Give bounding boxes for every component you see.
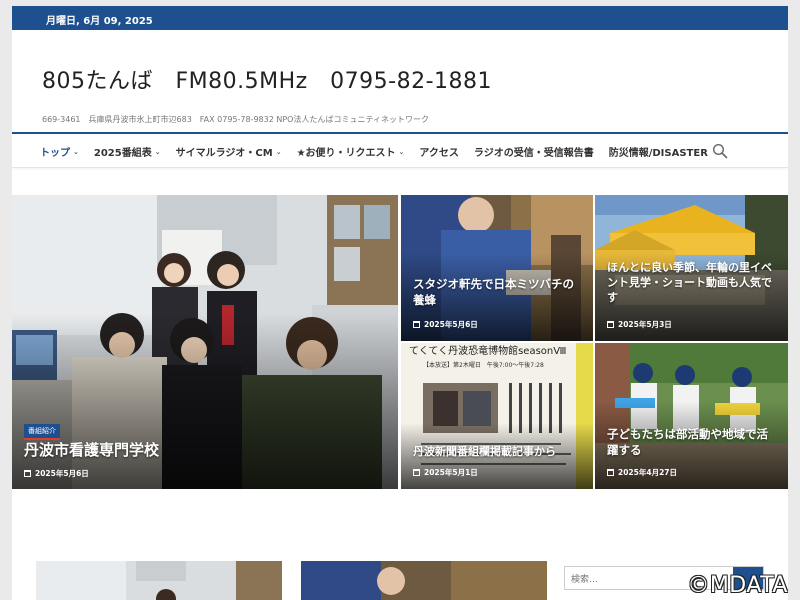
search-icon[interactable]	[712, 143, 728, 159]
post-title[interactable]: 丹波市看護専門学校	[24, 440, 159, 460]
post-date-text: 2025年5月3日	[618, 320, 672, 329]
watermark: ©MDATA	[687, 573, 788, 598]
nav-item-6[interactable]: 防災情報/DISASTER	[609, 144, 708, 159]
featured-post-2[interactable]: ほんとに良い季節、年輪の里イベント見学・ショート動画も人気です 2025年5月3…	[595, 195, 788, 341]
site-description: 669-3461 兵庫県丹波市氷上町市辺683 FAX 0795-78-9832…	[42, 115, 429, 124]
post-title[interactable]: スタジオ軒先で日本ミツバチの養蜂	[413, 277, 583, 308]
post-date-text: 2025年5月6日	[424, 320, 478, 329]
top-bar: 月曜日, 6月 09, 2025	[12, 6, 788, 30]
calendar-icon	[413, 469, 420, 476]
featured-post-3[interactable]: てくてく丹波恐竜博物館seasonⅧ 【本放送】第2木曜日 午後7:00〜午後7…	[401, 343, 593, 489]
nav-item-label: サイマルラジオ・CM	[175, 148, 273, 159]
featured-grid: 番組紹介 丹波市看護専門学校 2025年5月6日 スタジオ軒先で日本ミツバチの養…	[12, 195, 788, 489]
featured-main-post[interactable]: 番組紹介 丹波市看護専門学校 2025年5月6日	[12, 195, 398, 489]
featured-post-1[interactable]: スタジオ軒先で日本ミツバチの養蜂 2025年5月6日	[401, 195, 593, 341]
post-date: 2025年5月6日	[413, 319, 478, 330]
calendar-icon	[607, 469, 614, 476]
nav-item-0[interactable]: トップ ⌄	[40, 144, 79, 160]
nav-item-3[interactable]: ★お便り・リクエスト ⌄	[296, 144, 405, 160]
nav-item-label: ★お便り・リクエスト	[296, 148, 396, 159]
chevron-down-icon: ⌄	[154, 147, 161, 156]
page: 月曜日, 6月 09, 2025 805たんば FM80.5MHz 0795-8…	[12, 6, 788, 600]
post-date-text: 2025年4月27日	[618, 468, 678, 477]
post-title[interactable]: 子どもたちは部活動や地域で活躍する	[607, 427, 779, 458]
calendar-icon	[24, 470, 31, 477]
post-thumbnail-1[interactable]	[36, 561, 282, 600]
post-title[interactable]: 丹波新聞番組欄掲載記事から	[413, 445, 585, 460]
site-title[interactable]: 805たんば FM80.5MHz 0795-82-1881	[42, 63, 492, 95]
image-overlay	[12, 312, 398, 489]
nav-item-label: ラジオの受信・受信報告書	[473, 148, 594, 159]
nav-item-4[interactable]: アクセス	[419, 144, 459, 159]
post-date-text: 2025年5月1日	[424, 468, 478, 477]
post-date: 2025年5月1日	[413, 467, 478, 478]
poster-subheading: 【本放送】第2木曜日 午後7:00〜午後7:28	[423, 362, 544, 369]
nav-item-label: アクセス	[419, 148, 459, 159]
chevron-down-icon: ⌄	[275, 147, 282, 156]
post-title[interactable]: ほんとに良い季節、年輪の里イベント見学・ショート動画も人気です	[607, 261, 779, 306]
date-display: 月曜日, 6月 09, 2025	[46, 16, 153, 27]
nav-menu: トップ ⌄ 2025番組表 ⌄ サイマルラジオ・CM ⌄ ★お便り・リクエスト ⌄ アクセス ラジ…	[40, 144, 723, 160]
nav-item-5[interactable]: ラジオの受信・受信報告書	[474, 144, 594, 159]
post-date: 2025年5月3日	[607, 319, 672, 330]
main-navigation: トップ ⌄ 2025番組表 ⌄ サイマルラジオ・CM ⌄ ★お便り・リクエスト ⌄ アクセス ラジ…	[12, 132, 788, 168]
post-date: 2025年5月6日	[24, 468, 89, 479]
chevron-down-icon: ⌄	[73, 147, 79, 156]
category-badge[interactable]: 番組紹介	[24, 424, 60, 440]
calendar-icon	[607, 321, 614, 328]
nav-item-1[interactable]: 2025番組表 ⌄	[93, 144, 161, 160]
calendar-icon	[413, 321, 420, 328]
nav-item-label: 防災情報/DISASTER	[608, 148, 708, 159]
chevron-down-icon: ⌄	[398, 147, 405, 156]
poster-heading: てくてく丹波恐竜博物館seasonⅧ	[409, 346, 567, 357]
nav-item-2[interactable]: サイマルラジオ・CM ⌄	[175, 144, 282, 160]
nav-item-label: 2025番組表	[93, 148, 152, 159]
post-date: 2025年4月27日	[607, 467, 677, 478]
post-date-text: 2025年5月6日	[35, 469, 89, 478]
featured-post-4[interactable]: 子どもたちは部活動や地域で活躍する 2025年4月27日	[595, 343, 788, 489]
site-header: 805たんば FM80.5MHz 0795-82-1881 669-3461 兵…	[12, 30, 788, 132]
nav-item-label: トップ	[40, 148, 70, 159]
post-thumbnail-2[interactable]	[301, 561, 547, 600]
